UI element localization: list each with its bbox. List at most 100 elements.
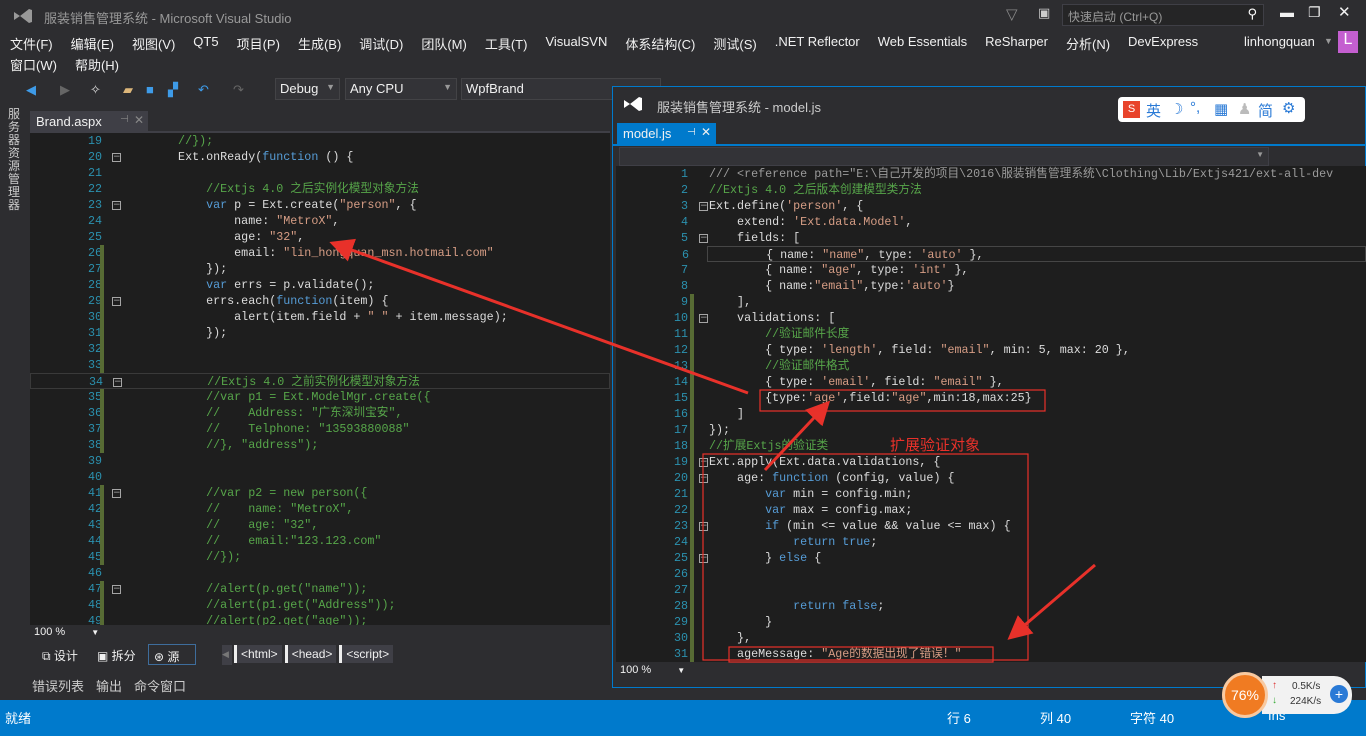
code-line[interactable]: 11 //验证邮件长度 xyxy=(616,326,1366,342)
pin-icon[interactable]: ⊣ xyxy=(120,114,129,125)
code-line[interactable]: 21 var min = config.min; xyxy=(616,486,1366,502)
ime-language-toggle[interactable]: 英 xyxy=(1146,100,1161,121)
code-line[interactable]: 15 {type:'age',field:"age",min:18,max:25… xyxy=(616,390,1366,406)
collapse-icon[interactable]: − xyxy=(112,201,121,210)
forward-icon[interactable]: ▶ xyxy=(60,82,70,98)
code-line[interactable]: 17}); xyxy=(616,422,1366,438)
bottom-tab[interactable]: 错误列表 xyxy=(32,676,84,695)
code-line[interactable]: 30 alert(item.field + " " + item.message… xyxy=(30,309,610,325)
menu-item[interactable]: .NET Reflector xyxy=(766,34,869,53)
moon-icon[interactable]: ☽ xyxy=(1170,100,1183,118)
new-project-icon[interactable]: ✧ xyxy=(90,82,101,98)
menu-item[interactable]: 窗口(W) xyxy=(1,55,66,74)
memory-usage-ball[interactable]: 76% xyxy=(1222,672,1268,718)
code-line[interactable]: 8 { name:"email",type:'auto'} xyxy=(616,278,1366,294)
server-explorer-tab[interactable]: 服务器资源管理器 xyxy=(8,108,22,212)
navigation-dropdown[interactable]: ▼ xyxy=(619,147,1269,166)
code-line[interactable]: 19 //}); xyxy=(30,133,610,149)
code-line[interactable]: 1 /// <reference path="E:\自己开发的项目\2016\服装… xyxy=(616,166,1366,182)
code-line[interactable]: 28 return false; xyxy=(616,598,1366,614)
save-all-icon[interactable]: ▞ xyxy=(168,82,178,98)
code-line[interactable]: 41 − //var p2 = new person({ xyxy=(30,485,610,501)
collapse-icon[interactable]: − xyxy=(112,489,121,498)
close-button[interactable]: ✕ xyxy=(1338,3,1351,21)
code-line[interactable]: 48 //alert(p1.get("Address")); xyxy=(30,597,610,613)
close-tab-icon[interactable]: ✕ xyxy=(701,125,711,139)
gear-icon[interactable]: ⚙ xyxy=(1282,99,1295,117)
collapse-icon[interactable]: − xyxy=(699,458,708,467)
code-line[interactable]: 7 { name: "age", type: 'int' }, xyxy=(616,262,1366,278)
filter-icon[interactable]: ▽ xyxy=(1006,5,1018,23)
undo-icon[interactable]: ↶ xyxy=(198,82,209,98)
menu-item[interactable]: QT5 xyxy=(184,34,227,53)
code-line[interactable]: 13 //验证邮件格式 xyxy=(616,358,1366,374)
code-line[interactable]: 31 }); xyxy=(30,325,610,341)
code-line[interactable]: 3 − Ext.define('person', { xyxy=(616,198,1366,214)
code-line[interactable]: 33 xyxy=(30,357,610,373)
design-view-button[interactable]: ⧉ 设计 xyxy=(42,647,78,664)
code-line[interactable]: 25 − } else { xyxy=(616,550,1366,566)
menu-item[interactable]: DevExpress xyxy=(1119,34,1207,53)
collapse-icon[interactable]: − xyxy=(699,202,708,211)
code-line[interactable]: 29 } xyxy=(616,614,1366,630)
code-line[interactable]: 23 − if (min <= value && value <= max) { xyxy=(616,518,1366,534)
code-line[interactable]: 45 //}); xyxy=(30,549,610,565)
collapse-icon[interactable]: − xyxy=(699,474,708,483)
code-line[interactable]: 47 − //alert(p.get("name")); xyxy=(30,581,610,597)
feedback-icon[interactable]: ▣ xyxy=(1038,5,1050,21)
code-line[interactable]: 46 xyxy=(30,565,610,581)
code-line[interactable]: 30 }, xyxy=(616,630,1366,646)
minimize-button[interactable]: ▬ xyxy=(1280,4,1294,20)
save-icon[interactable]: ■ xyxy=(146,82,154,97)
code-line[interactable]: 28 var errs = p.validate(); xyxy=(30,277,610,293)
code-editor-right[interactable]: 1 /// <reference path="E:\自己开发的项目\2016\服装… xyxy=(616,166,1366,662)
collapse-icon[interactable]: − xyxy=(112,153,121,162)
code-line[interactable]: 4 extend: 'Ext.data.Model', xyxy=(616,214,1366,230)
code-line[interactable]: 42 // name: "MetroX", xyxy=(30,501,610,517)
breadcrumb-item[interactable]: <script> xyxy=(339,645,394,663)
sogou-logo-icon[interactable]: S xyxy=(1123,101,1140,118)
code-line[interactable]: 21 xyxy=(30,165,610,181)
code-line[interactable]: 6 { name: "name", type: 'auto' }, xyxy=(682,246,1366,262)
code-line[interactable]: 35 //var p1 = Ext.ModelMgr.create({ xyxy=(30,389,610,405)
code-line[interactable]: 16 ] xyxy=(616,406,1366,422)
code-line[interactable]: 12 { type: 'length', field: "email", min… xyxy=(616,342,1366,358)
tab-brand-aspx[interactable]: Brand.aspx ⊣ ✕ xyxy=(30,111,148,131)
code-line[interactable]: 20 − age: function (config, value) { xyxy=(616,470,1366,486)
menu-item[interactable]: 编辑(E) xyxy=(62,34,123,53)
code-line[interactable]: 29 − errs.each(function(item) { xyxy=(30,293,610,309)
code-editor-left[interactable]: 19 //}); 20− Ext.onReady(function () {21 2… xyxy=(30,133,610,625)
code-line[interactable]: 5 − fields: [ xyxy=(616,230,1366,246)
breadcrumb-item[interactable]: <html> xyxy=(234,645,282,663)
user-icon[interactable]: ♟ xyxy=(1238,100,1251,118)
menu-item[interactable]: VisualSVN xyxy=(536,34,616,53)
split-view-button[interactable]: ▣ 拆分 xyxy=(97,647,136,664)
menu-item[interactable]: 调试(D) xyxy=(350,34,412,53)
collapse-icon[interactable]: − xyxy=(699,522,708,531)
code-line[interactable]: 39 xyxy=(30,453,610,469)
menu-item[interactable]: 体系结构(C) xyxy=(616,34,704,53)
code-line[interactable]: 20 − Ext.onReady(function () { xyxy=(30,149,610,165)
menu-item[interactable]: 帮助(H) xyxy=(66,55,128,74)
code-line[interactable]: 37 // Telphone: "13593880088" xyxy=(30,421,610,437)
redo-icon[interactable]: ↷ xyxy=(233,82,244,98)
bottom-tab[interactable]: 输出 xyxy=(96,676,122,695)
menu-item[interactable]: 分析(N) xyxy=(1057,34,1119,53)
code-line[interactable]: 31 ageMessage: "Age的数据出现了错误！" xyxy=(616,646,1366,662)
collapse-icon[interactable]: − xyxy=(699,234,708,243)
user-name[interactable]: linhongquan xyxy=(1244,34,1315,49)
code-line[interactable]: 32 xyxy=(30,341,610,357)
code-line[interactable]: 9 ], xyxy=(616,294,1366,310)
code-line[interactable]: 34 − //Extjs 4.0 之前实例化模型对象方法 xyxy=(30,373,610,389)
menu-item[interactable]: Web Essentials xyxy=(869,34,976,53)
ime-mode-toggle[interactable]: 简 xyxy=(1258,100,1273,121)
code-line[interactable]: 38 //}, "address"); xyxy=(30,437,610,453)
quick-launch-input[interactable]: 快速启动 (Ctrl+Q) ⚲ xyxy=(1062,4,1264,26)
code-line[interactable]: 24 return true; xyxy=(616,534,1366,550)
menu-item[interactable]: 文件(F) xyxy=(1,34,62,53)
menu-item[interactable]: 项目(P) xyxy=(228,34,289,53)
zoom-level[interactable]: 100 % xyxy=(34,626,65,638)
code-line[interactable]: 23 − var p = Ext.create("person", { xyxy=(30,197,610,213)
keyboard-icon[interactable]: ▦ xyxy=(1214,100,1228,118)
zoom-level[interactable]: 100 % xyxy=(620,664,651,676)
